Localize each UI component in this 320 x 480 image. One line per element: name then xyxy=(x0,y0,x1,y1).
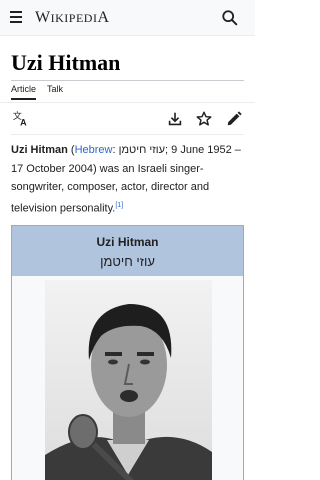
search-icon[interactable] xyxy=(221,9,239,27)
page-title: Uzi Hitman xyxy=(11,50,121,75)
star-icon[interactable] xyxy=(195,110,213,128)
lead-subject-name: Uzi Hitman xyxy=(11,144,68,156)
menu-icon[interactable] xyxy=(10,11,24,25)
title-divider xyxy=(11,80,244,81)
header-bar: WIKIPEDIA xyxy=(0,0,255,36)
actions-divider xyxy=(11,134,244,135)
page-actions: 文 A xyxy=(0,110,255,130)
lead-paragraph: Uzi Hitman (Hebrew: עוזי חיטמן; 9 June 1… xyxy=(11,141,244,218)
wordmark-middle: IKIPEDI xyxy=(50,11,98,25)
hebrew-language-link[interactable]: Hebrew xyxy=(75,144,113,156)
citation-link[interactable]: [1] xyxy=(115,202,123,209)
infobox-hebrew-name: עוזי חיטמן xyxy=(100,254,155,269)
download-icon[interactable] xyxy=(166,110,184,128)
svg-text:A: A xyxy=(20,117,27,127)
wordmark-a: A xyxy=(97,9,110,26)
infobox-name: Uzi Hitman xyxy=(96,235,159,249)
tab-article[interactable]: Article xyxy=(11,84,37,100)
infobox-header: Uzi Hitman עוזי חיטמן xyxy=(12,226,243,276)
lead-open-paren: ( xyxy=(67,144,75,156)
tab-talk[interactable]: Talk xyxy=(47,84,63,98)
wordmark-w: W xyxy=(35,9,51,26)
infobox: Uzi Hitman עוזי חיטמן xyxy=(11,225,244,480)
portrait-photo[interactable] xyxy=(45,280,212,480)
wikipedia-wordmark[interactable]: WIKIPEDIA xyxy=(35,9,110,27)
tabs-divider xyxy=(0,102,255,103)
lead-hebrew-name: עוזי חיטמן xyxy=(118,144,166,156)
language-icon[interactable]: 文 A xyxy=(12,110,30,128)
edit-pencil-icon[interactable] xyxy=(225,110,243,128)
